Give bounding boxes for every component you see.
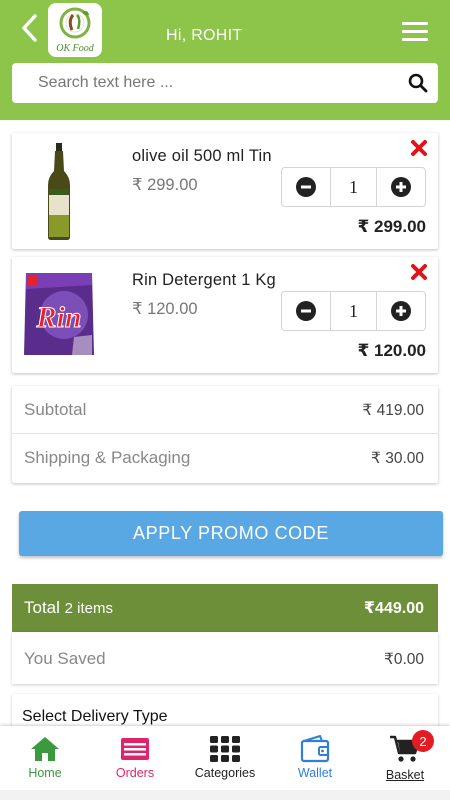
item-price: ₹ 120.00 <box>132 300 198 318</box>
system-bottom-strip <box>0 790 450 800</box>
quantity-stepper: 1 <box>281 291 426 331</box>
delivery-type-label: Select Delivery Type <box>22 708 168 725</box>
rin-brand-text: Rin <box>35 301 81 334</box>
cart-item: olive oil 500 ml Tin ₹ 299.00 1 ₹ 299.00 <box>12 133 438 249</box>
shipping-row: Shipping & Packaging ₹ 30.00 <box>12 434 438 482</box>
nav-home[interactable]: Home <box>0 726 90 790</box>
nav-basket-label: Basket <box>385 768 425 782</box>
orders-icon <box>121 738 149 760</box>
plus-circle-icon <box>391 177 411 197</box>
chevron-left-icon <box>22 14 37 42</box>
you-saved-row: You Saved ₹0.00 <box>12 632 438 684</box>
remove-item-icon[interactable] <box>410 263 428 281</box>
quantity-value[interactable]: 1 <box>330 168 377 206</box>
cart-item: Rin Rin Detergent 1 Kg ₹ 120.00 1 ₹ 120.… <box>12 257 438 373</box>
item-total: ₹ 120.00 <box>357 341 426 360</box>
nav-basket[interactable]: 2 Basket <box>360 726 450 790</box>
user-greeting: Hi, ROHIT <box>166 27 243 44</box>
nav-categories[interactable]: Categories <box>180 726 270 790</box>
quantity-stepper: 1 <box>281 167 426 207</box>
you-saved-label: You Saved <box>24 649 106 668</box>
subtotal-label: Subtotal <box>24 400 87 419</box>
product-image: Rin <box>24 273 94 355</box>
search-bar <box>12 63 438 103</box>
nav-home-label: Home <box>28 766 62 780</box>
app-logo[interactable]: OK Food <box>48 3 102 57</box>
nav-categories-label: Categories <box>194 766 256 780</box>
item-price: ₹ 299.00 <box>132 176 198 194</box>
remove-item-icon[interactable] <box>410 139 428 157</box>
nav-wallet[interactable]: Wallet <box>270 726 360 790</box>
bottom-navigation: Home Orders Categories Wallet 2 Basket <box>0 726 450 790</box>
logo-text: OK Food <box>56 43 94 54</box>
logo-emblem-icon <box>59 7 91 39</box>
increase-quantity-button[interactable] <box>377 292 425 330</box>
back-button[interactable] <box>14 10 44 46</box>
search-icon[interactable] <box>408 73 428 93</box>
apply-promo-code-button[interactable]: APPLY PROMO CODE <box>19 511 443 556</box>
item-name: Rin Detergent 1 Kg <box>132 271 276 289</box>
decrease-quantity-button[interactable] <box>282 168 330 206</box>
search-input[interactable] <box>38 63 388 103</box>
quantity-value[interactable]: 1 <box>330 292 377 330</box>
total-value: ₹449.00 <box>363 600 424 617</box>
nav-orders-label: Orders <box>115 766 155 780</box>
decrease-quantity-button[interactable] <box>282 292 330 330</box>
you-saved-value: ₹0.00 <box>383 651 424 668</box>
minus-circle-icon <box>296 301 316 321</box>
cart-count-badge: 2 <box>412 730 434 752</box>
total-text: Total <box>24 598 60 617</box>
home-icon <box>31 737 59 761</box>
total-label: Total 2 items <box>24 598 113 618</box>
order-summary: Subtotal ₹ 419.00 Shipping & Packaging ₹… <box>12 386 438 483</box>
total-bar: Total 2 items ₹449.00 <box>12 584 438 632</box>
minus-circle-icon <box>296 177 316 197</box>
product-image <box>48 143 70 240</box>
app-header: OK Food Hi, ROHIT <box>0 0 450 120</box>
plus-circle-icon <box>391 301 411 321</box>
item-total: ₹ 299.00 <box>357 217 426 236</box>
shipping-value: ₹ 30.00 <box>371 450 424 467</box>
grid-icon <box>210 736 240 762</box>
wallet-icon <box>300 735 330 763</box>
increase-quantity-button[interactable] <box>377 168 425 206</box>
hamburger-menu-button[interactable] <box>402 22 428 42</box>
total-items-count: 2 items <box>64 600 114 617</box>
nav-orders[interactable]: Orders <box>90 726 180 790</box>
item-name: olive oil 500 ml Tin <box>132 147 272 165</box>
subtotal-row: Subtotal ₹ 419.00 <box>12 386 438 434</box>
subtotal-value: ₹ 419.00 <box>362 402 424 419</box>
nav-wallet-label: Wallet <box>297 766 333 780</box>
shipping-label: Shipping & Packaging <box>24 448 191 467</box>
